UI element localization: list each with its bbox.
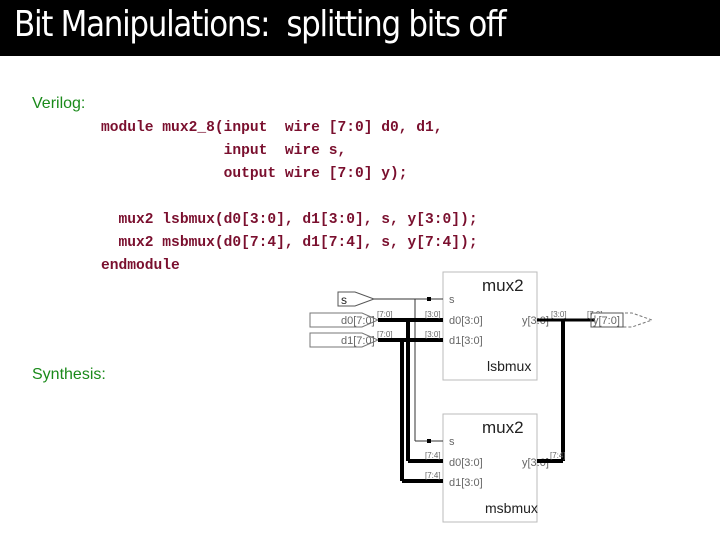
lsbmux-instance: lsbmux [487, 358, 531, 374]
d0-input-label: d0[7:0] [341, 315, 375, 327]
lsbmux-d1-tap: [3:0] [425, 330, 441, 339]
lsbmux-port-d1: d1[3:0] [449, 335, 483, 347]
s-input-label: s [341, 293, 347, 307]
msbmux-port-s: s [449, 436, 455, 448]
s-junction-lsb [427, 297, 431, 301]
msbmux-d1-tap: [7:4] [425, 471, 441, 480]
lsbmux-port-d0: d0[3:0] [449, 315, 483, 327]
d1-bus-label: [7:0] [377, 330, 393, 339]
msbmux-y-tap: [7:4] [550, 451, 566, 460]
msbmux-d0-tap: [7:4] [425, 451, 441, 460]
schematic: mux2 s d0[3:0] d1[3:0] y[3:0] lsbmux mux… [309, 271, 654, 523]
lsbmux-d0-tap: [3:0] [425, 310, 441, 319]
lsbmux-y-tap: [3:0] [551, 310, 567, 319]
msbmux-port-d0: d0[3:0] [449, 457, 483, 469]
lsbmux-port-s: s [449, 294, 455, 306]
s-junction-msb [427, 439, 431, 443]
lsbmux-type: mux2 [482, 276, 524, 295]
y-output-label: y[7:0] [593, 315, 620, 327]
d0-bus-label: [7:0] [377, 310, 393, 319]
msbmux-instance: msbmux [485, 500, 538, 516]
d1-input-label: d1[7:0] [341, 335, 375, 347]
msbmux-port-d1: d1[3:0] [449, 477, 483, 489]
msbmux-type: mux2 [482, 418, 524, 437]
